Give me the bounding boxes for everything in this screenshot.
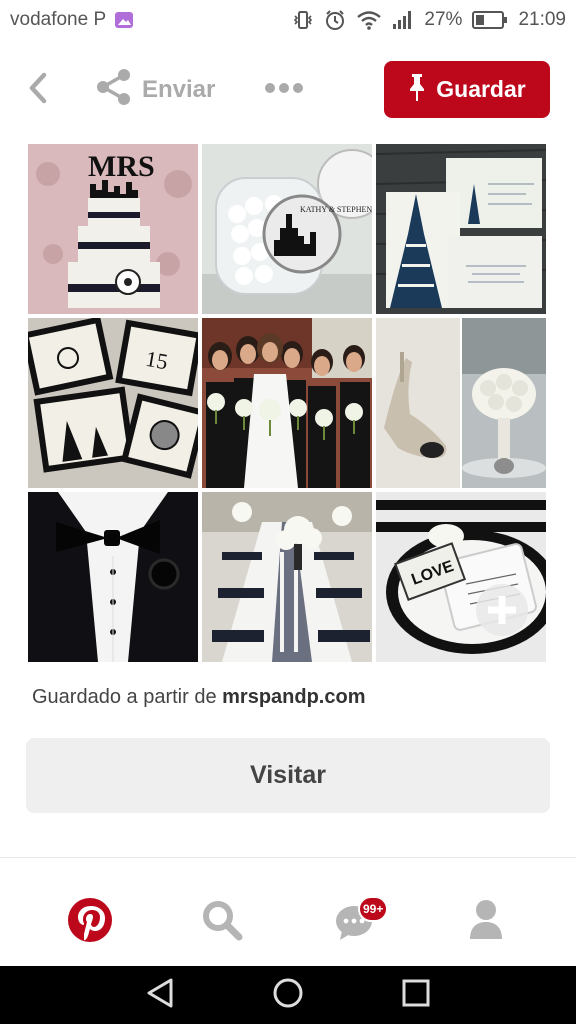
cake-topper-text: MRS [88, 150, 155, 183]
cake-photo: MRS [28, 144, 198, 314]
tuxedo-photo [28, 492, 198, 662]
profile-icon [468, 899, 504, 946]
bottom-nav-divider [0, 857, 576, 858]
visit-label: Visitar [250, 761, 326, 789]
system-home-button[interactable] [268, 978, 308, 1012]
nav-notifications[interactable]: 99+ [324, 880, 389, 964]
carrier-label: vodafone P [10, 9, 107, 30]
search-icon [200, 898, 244, 947]
nav-profile[interactable] [456, 880, 516, 964]
visit-button[interactable]: Visitar [26, 738, 550, 813]
table-number-cards-photo: 15 [28, 318, 198, 488]
save-label: Guardar [436, 76, 526, 102]
home-circle-icon [272, 977, 304, 1014]
reception-table-photo [202, 492, 372, 662]
clock: 21:09 [518, 9, 566, 30]
wifi-icon [356, 10, 382, 30]
back-button[interactable] [20, 68, 56, 112]
status-bar: vodafone P 27% 21:09 [0, 0, 576, 40]
place-setting-photo: LOVE [376, 492, 546, 662]
saved-from-domain[interactable]: mrspandp.com [222, 686, 365, 708]
back-triangle-icon [145, 977, 175, 1014]
battery-icon [472, 10, 508, 30]
gallery-notification-icon [114, 11, 134, 29]
save-button[interactable]: Guardar [384, 61, 550, 118]
share-label: Enviar [142, 76, 216, 103]
battery-percentage: 27% [424, 9, 463, 30]
nav-home[interactable] [60, 880, 120, 964]
system-back-button[interactable] [140, 978, 180, 1012]
invitation-cards-photo [376, 144, 546, 314]
bridal-party-photo [202, 318, 372, 488]
pin-image-collage[interactable]: MRS KATHY & STEPHEN 15 LOVE [28, 144, 548, 662]
pin-toolbar: Enviar Guardar [0, 58, 576, 122]
bottom-navigation: 99+ [0, 880, 576, 964]
system-recents-button[interactable] [396, 978, 436, 1012]
signal-icon [392, 10, 414, 30]
share-icon [96, 68, 132, 113]
jar-label-text: KATHY & STEPHEN [300, 205, 372, 214]
more-icon [264, 81, 304, 99]
candy-jar-photo: KATHY & STEPHEN [202, 144, 372, 314]
system-navigation-bar [0, 966, 576, 1024]
shoes-and-bouquet-photo [376, 318, 546, 488]
nav-search[interactable] [192, 880, 252, 964]
back-icon [26, 71, 50, 110]
share-button[interactable]: Enviar [96, 68, 215, 112]
pinterest-logo-icon [67, 897, 113, 948]
svg-text:15: 15 [144, 346, 170, 374]
saved-from-text: Guardado a partir de mrspandp.com [32, 686, 365, 709]
notifications-badge: 99+ [358, 896, 389, 922]
alarm-icon [324, 9, 346, 31]
vibrate-icon [292, 10, 314, 30]
more-options-button[interactable] [262, 68, 306, 112]
pushpin-icon [408, 72, 426, 108]
saved-from-prefix: Guardado a partir de [32, 686, 217, 708]
recents-square-icon [401, 978, 431, 1013]
